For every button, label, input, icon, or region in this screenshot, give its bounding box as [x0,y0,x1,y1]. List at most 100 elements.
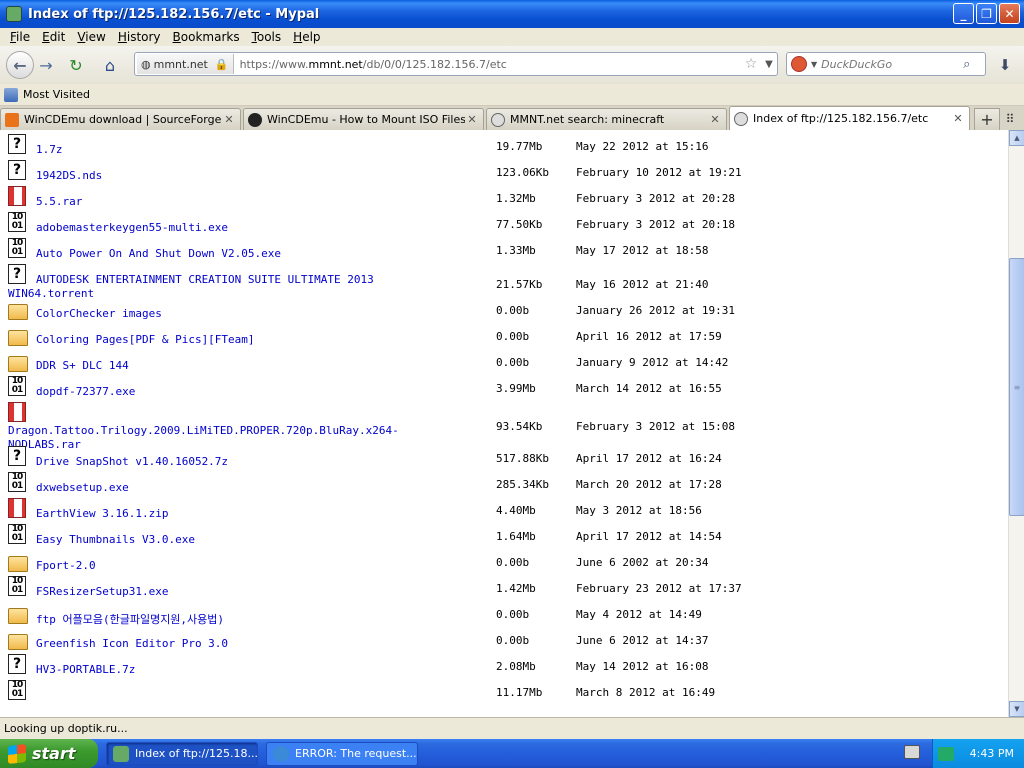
bookmark-most-visited[interactable]: Most Visited [23,88,90,101]
executable-file-icon[interactable]: 10 01 [8,524,26,544]
folder-icon[interactable] [8,634,28,650]
file-link[interactable]: AUTODESK ENTERTAINMENT CREATION SUITE UL… [36,273,516,286]
new-tab-button[interactable]: + [974,108,1000,130]
file-link[interactable]: Coloring Pages[PDF & Pics][FTeam] [36,333,255,346]
menu-help[interactable]: Help [287,30,326,44]
file-link[interactable]: 1.7z [36,143,63,156]
url-text[interactable]: https://www.mmnt.net/db/0/0/125.182.156.… [240,58,741,71]
file-link[interactable]: HV3-PORTABLE.7z [36,663,135,676]
file-link[interactable]: Greenfish Icon Editor Pro 3.0 [36,637,228,650]
network-icon[interactable] [937,746,954,761]
tab-mmnt-search[interactable]: MMNT.net search: minecraft ✕ [486,108,727,130]
grid-icon: ⠿ [1005,112,1015,126]
executable-file-icon[interactable]: 10 01 [8,238,26,258]
file-link[interactable]: 5.5.rar [36,195,82,208]
url-bar[interactable]: ◍ mmnt.net 🔒 https://www.mmnt.net/db/0/0… [134,52,778,76]
executable-file-icon[interactable]: 10 01 [8,472,26,492]
menu-edit[interactable]: Edit [36,30,71,44]
file-link[interactable]: Dragon.Tattoo.Trilogy.2009.LiMiTED.PROPE… [8,424,488,437]
file-link[interactable]: Auto Power On And Shut Down V2.05.exe [36,247,281,260]
menu-view[interactable]: View [71,30,111,44]
executable-file-icon[interactable]: 10 01 [8,576,26,596]
file-link[interactable]: adobemasterkeygen55-multi.exe [36,221,228,234]
search-engine-dropdown-icon[interactable]: ▼ [811,60,817,69]
tab-close-icon[interactable]: ✕ [951,112,965,125]
close-window-button[interactable]: ✕ [999,3,1020,24]
url-prefix: https://www. [239,57,309,71]
folder-icon[interactable] [8,608,28,624]
menu-tools[interactable]: Tools [246,30,288,44]
minimize-button[interactable]: _ [953,3,974,24]
file-link[interactable]: Drive SnapShot v1.40.16052.7z [36,455,228,468]
taskbar-item-mypal[interactable]: Index of ftp://125.18... [106,741,258,766]
unknown-file-icon[interactable]: ? [8,160,26,180]
unknown-file-icon[interactable]: ? [8,446,26,466]
bookmark-star-icon[interactable]: ☆ [741,56,761,72]
archive-file-icon[interactable] [8,186,26,206]
unknown-file-icon[interactable]: ? [8,134,26,154]
scroll-up-button[interactable]: ▲ [1009,130,1024,146]
file-size: 123.06Kb [496,166,549,179]
file-link-continued[interactable]: WIN64.torrent [8,287,94,300]
folder-icon[interactable] [8,304,28,320]
search-input[interactable] [821,57,962,71]
menu-bookmarks[interactable]: Bookmarks [167,30,246,44]
home-button[interactable]: ⌂ [98,53,122,77]
start-button[interactable]: start [0,739,98,768]
tab-wincdemu-sourceforge[interactable]: WinCDEmu download | SourceForge.net ✕ [0,108,241,130]
executable-file-icon[interactable]: 10 01 [8,680,26,700]
tab-close-icon[interactable]: ✕ [222,113,236,126]
window-titlebar[interactable]: Index of ftp://125.182.156.7/etc - Mypal… [0,0,1024,28]
mypal-app-icon[interactable] [6,6,22,22]
vertical-scrollbar[interactable]: ▲ ≡ ▼ [1008,130,1024,717]
keyboard-icon[interactable] [904,745,920,759]
archive-file-icon[interactable] [8,498,26,518]
file-link[interactable]: dopdf-72377.exe [36,385,135,398]
folder-icon[interactable] [8,356,28,372]
forward-button[interactable]: → [34,53,58,77]
reload-button[interactable]: ↻ [64,53,88,77]
table-row: ? 1942DS.nds 123.06Kb February 10 2012 at 1… [0,160,1008,190]
table-row: ? AUTODESK ENTERTAINMENT CREATION SUITE U… [0,264,1008,302]
folder-icon[interactable] [8,556,28,572]
folder-icon[interactable] [8,330,28,346]
archive-file-icon[interactable] [8,402,26,422]
file-link[interactable]: dxwebsetup.exe [36,481,129,494]
file-link[interactable]: DDR S+ DLC 144 [36,359,129,372]
file-link[interactable]: FSResizerSetup31.exe [36,585,168,598]
unknown-file-icon[interactable]: ? [8,654,26,674]
executable-file-icon[interactable]: 10 01 [8,376,26,396]
back-button[interactable]: ← [6,51,34,79]
menu-history[interactable]: History [112,30,167,44]
file-link[interactable]: ColorChecker images [36,307,162,320]
tab-index-ftp[interactable]: Index of ftp://125.182.156.7/etc ✕ [729,106,970,130]
back-arrow-icon: ← [13,55,27,75]
file-link[interactable]: Fport-2.0 [36,559,96,572]
scroll-down-button[interactable]: ▼ [1009,701,1024,717]
tab-wincdemu-howto[interactable]: WinCDEmu - How to Mount ISO Files ✕ [243,108,484,130]
list-all-tabs-button[interactable]: ⠿ [1000,108,1020,130]
taskbar-item-ie[interactable]: ERROR: The request... [266,741,418,766]
unknown-file-icon[interactable]: ? [8,264,26,284]
clock[interactable]: 4:43 PM [970,747,1014,760]
file-size: 285.34Kb [496,478,549,491]
tab-close-icon[interactable]: ✕ [465,113,479,126]
file-link[interactable]: Easy Thumbnails V3.0.exe [36,533,195,546]
file-link[interactable]: ftp 어플모음(한글파일명지원,사용법) [36,611,224,627]
executable-file-icon[interactable]: 10 01 [8,212,26,232]
duckduckgo-icon[interactable] [791,56,807,72]
file-link[interactable]: EarthView 3.16.1.zip [36,507,168,520]
search-bar[interactable]: ▼ ⌕ [786,52,986,76]
url-dropdown-icon[interactable]: ▼ [761,59,777,70]
restore-button[interactable]: ❐ [976,3,997,24]
search-icon[interactable]: ⌕ [963,57,970,72]
site-identity-button[interactable]: ◍ mmnt.net 🔒 [137,54,234,74]
menu-file[interactable]: File [4,30,36,44]
mypal-icon [113,745,129,762]
windows-flag-icon [8,743,26,764]
file-link[interactable]: 1942DS.nds [36,169,102,182]
scroll-thumb[interactable]: ≡ [1009,258,1024,516]
file-date: February 10 2012 at 19:21 [576,166,742,179]
tab-close-icon[interactable]: ✕ [708,113,722,126]
downloads-button[interactable]: ⬇ [990,54,1020,76]
